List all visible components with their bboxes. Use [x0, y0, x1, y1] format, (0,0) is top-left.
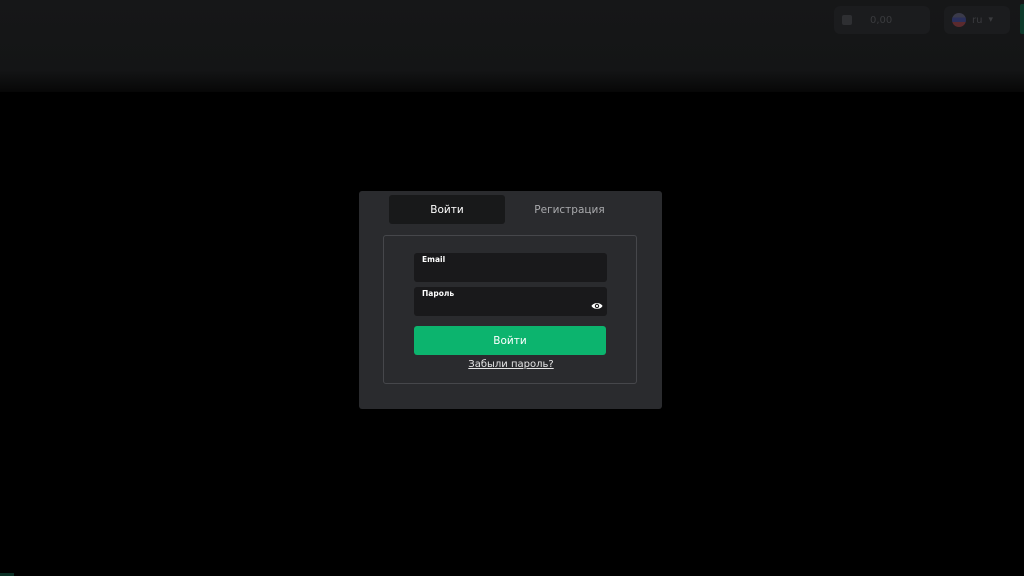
tab-login[interactable]: Войти: [389, 195, 505, 224]
password-label: Пароль: [422, 289, 455, 298]
chevron-down-icon: ▾: [988, 15, 993, 25]
language-code: ru: [972, 14, 983, 26]
auth-tabs: Войти Регистрация: [389, 195, 634, 224]
wallet-icon: [842, 15, 852, 25]
language-selector[interactable]: ru ▾: [944, 6, 1010, 34]
password-input[interactable]: [422, 299, 582, 313]
edge-accent: [1020, 4, 1024, 34]
login-form: Email Пароль Войти Забыли пароль?: [383, 235, 637, 384]
email-input[interactable]: [422, 265, 582, 279]
tab-register[interactable]: Регистрация: [505, 195, 634, 224]
forgot-password-link[interactable]: Забыли пароль?: [384, 359, 638, 370]
balance-amount: 0,00: [870, 14, 893, 26]
eye-icon[interactable]: [591, 296, 603, 309]
top-header-bar: 0,00 ru ▾: [0, 0, 1024, 92]
balance-button[interactable]: 0,00: [834, 6, 930, 34]
email-label: Email: [422, 255, 446, 264]
email-field[interactable]: Email: [414, 253, 607, 282]
flag-icon: [952, 13, 966, 27]
auth-modal: Войти Регистрация Email Пароль Войти Заб…: [359, 191, 662, 409]
login-submit-button[interactable]: Войти: [414, 326, 606, 355]
password-field[interactable]: Пароль: [414, 287, 607, 316]
header-controls: 0,00 ru ▾: [834, 6, 1010, 34]
